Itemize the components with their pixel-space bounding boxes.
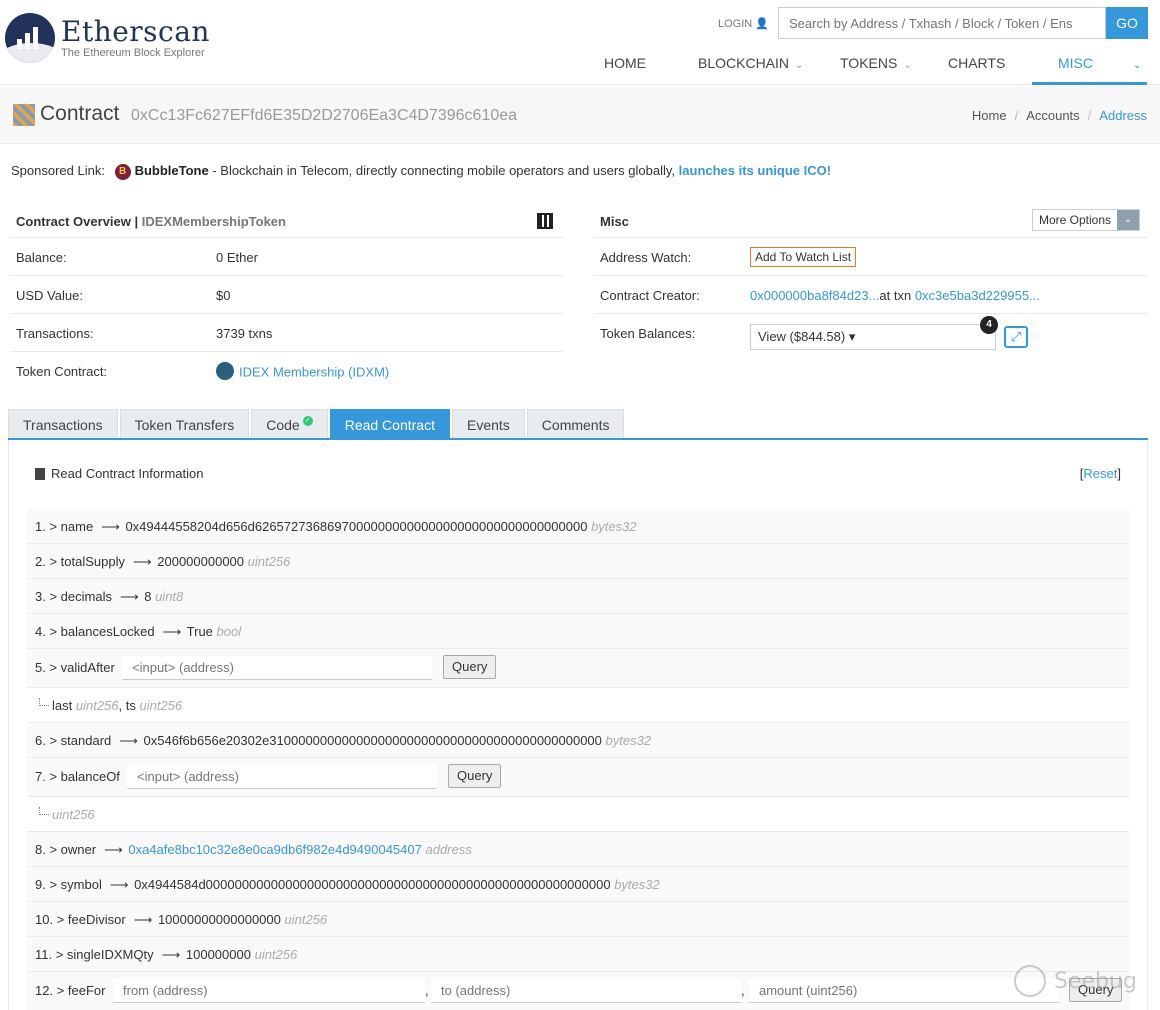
expand-icon[interactable]: ⤢ bbox=[1004, 326, 1028, 348]
nav-tokens[interactable]: TOKENS ⌄ bbox=[840, 55, 912, 71]
overview-row-usd: USD Value: $0 bbox=[10, 276, 563, 314]
read-row-symbol: 9. > symbol ⟶ 0x4944584d00000000000000000… bbox=[27, 867, 1129, 902]
read-row-standard: 6. > standard ⟶ 0x546f6b656e20302e3100000… bbox=[27, 723, 1129, 758]
logo-title: Etherscan bbox=[61, 14, 210, 48]
token-contract-link[interactable]: IDEX Membership (IDXM) bbox=[239, 364, 389, 379]
read-contract-title: Read Contract Information bbox=[35, 466, 203, 481]
read-row-balanceof: 7. > balanceOf Query bbox=[27, 758, 1129, 797]
read-row-owner: 8. > owner ⟶ 0xa4afe8bc10c32e8e0ca9db6f98… bbox=[27, 832, 1129, 867]
overview-row-transactions: Transactions: 3739 txns bbox=[10, 314, 563, 352]
go-button[interactable]: GO bbox=[1106, 7, 1148, 39]
tab-code[interactable]: Code ✓ bbox=[251, 409, 328, 439]
misc-panel: Misc More Options ⌄ Address Watch: Add To … bbox=[594, 205, 1148, 362]
creator-txn-link[interactable]: 0xc3e5ba3d229955... bbox=[915, 288, 1040, 303]
verified-check-icon: ✓ bbox=[302, 416, 313, 426]
site-header: Etherscan The Ethereum Block Explorer LO… bbox=[0, 0, 1160, 85]
read-row-singleidxmqty: 11. > singleIDXMQty ⟶ 100000000 uint256 bbox=[27, 937, 1129, 972]
read-row-name: 1. > name ⟶ 0x49444558204d656d62657273686… bbox=[27, 509, 1129, 544]
misc-row-watch: Address Watch: Add To Watch List bbox=[594, 238, 1148, 276]
validafter-output: last uint256, ts uint256 bbox=[27, 688, 1129, 723]
sponsored-label: Sponsored Link: bbox=[11, 163, 105, 178]
contract-identicon-icon bbox=[13, 104, 35, 126]
read-contract-rows: 1. > name ⟶ 0x49444558204d656d62657273686… bbox=[27, 509, 1129, 1010]
tab-transactions[interactable]: Transactions bbox=[8, 409, 118, 439]
misc-row-token-balances: Token Balances: View ($844.58) ▾ 4 ⤢ bbox=[594, 314, 1148, 362]
read-row-feefor: 12. > feeFor , , Query bbox=[27, 972, 1129, 1010]
breadcrumb-accounts[interactable]: Accounts bbox=[1026, 108, 1079, 123]
reset-link[interactable]: Reset bbox=[1083, 466, 1117, 481]
overview-row-balance: Balance: 0 Ether bbox=[10, 238, 563, 276]
tab-token-transfers[interactable]: Token Transfers bbox=[119, 409, 250, 439]
overview-row-token-contract: Token Contract: IDEX Membership (IDXM) bbox=[16, 362, 390, 380]
tab-comments[interactable]: Comments bbox=[526, 409, 625, 439]
breadcrumb-address: Address bbox=[1099, 108, 1147, 123]
breadcrumb-home[interactable]: Home bbox=[972, 108, 1007, 123]
read-row-balanceslocked: 4. > balancesLocked ⟶ True bool bbox=[27, 614, 1129, 649]
more-options-button[interactable]: More Options ⌄ bbox=[1031, 209, 1140, 231]
sponsor-link[interactable]: launches its unique ICO! bbox=[679, 163, 831, 178]
login-link[interactable]: LOGIN 👤 bbox=[718, 17, 769, 30]
etherscan-logo[interactable]: Etherscan The Ethereum Block Explorer bbox=[5, 13, 210, 63]
read-row-decimals: 3. > decimals ⟶ 8 uint8 bbox=[27, 579, 1129, 614]
title-bar: Contract 0xCc13Fc627EFfd6E35D2D2706Ea3C4… bbox=[0, 86, 1160, 144]
page-title: Contract bbox=[40, 102, 120, 125]
creator-address-link[interactable]: 0x000000ba8f84d23... bbox=[750, 288, 879, 303]
nav-charts[interactable]: CHARTS bbox=[948, 55, 1005, 71]
balanceof-query-button[interactable]: Query bbox=[448, 764, 502, 788]
validafter-query-button[interactable]: Query bbox=[443, 655, 497, 679]
feefor-to-input[interactable] bbox=[431, 979, 741, 1003]
breadcrumb: Home / Accounts / Address bbox=[971, 108, 1147, 123]
idex-token-icon bbox=[216, 362, 234, 380]
tab-bar: Transactions Token Transfers Code ✓ Read … bbox=[8, 409, 626, 439]
owner-address-link[interactable]: 0xa4afe8bc10c32e8e0ca9db6f982e4d94900454… bbox=[128, 842, 422, 857]
chevron-down-icon: ⌄ bbox=[903, 60, 912, 71]
contract-overview-panel: Contract Overview | IDEXMembershipToken … bbox=[10, 205, 563, 390]
book-icon bbox=[35, 467, 45, 480]
contract-address: 0xCc13Fc627EFfd6E35D2D2706Ea3C4D7396c610… bbox=[131, 107, 518, 124]
token-count-badge: 4 bbox=[980, 316, 998, 334]
reset-control: [Reset] bbox=[1079, 466, 1121, 481]
search-input[interactable] bbox=[778, 7, 1106, 39]
chevron-down-icon: ⌄ bbox=[1133, 60, 1142, 71]
read-row-validafter: 5. > validAfter Query bbox=[27, 649, 1129, 688]
read-row-feedivisor: 10. > feeDivisor ⟶ 10000000000000000 uint… bbox=[27, 902, 1129, 937]
nav-active-indicator bbox=[1032, 82, 1147, 85]
nav-blockchain[interactable]: BLOCKCHAIN ⌄ bbox=[698, 55, 803, 71]
overview-token-name: IDEXMembershipToken bbox=[141, 214, 286, 229]
logo-icon bbox=[5, 13, 55, 63]
sponsor-text: - Blockchain in Telecom, directly connec… bbox=[208, 163, 679, 178]
nav-misc[interactable]: MISC ⌄ bbox=[1058, 55, 1141, 71]
tab-read-contract[interactable]: Read Contract bbox=[329, 409, 450, 439]
chevron-down-icon: ⌄ bbox=[1117, 210, 1139, 230]
chevron-down-icon: ⌄ bbox=[795, 60, 804, 71]
overview-header: Contract Overview | IDEXMembershipToken bbox=[10, 205, 563, 238]
user-icon: 👤 bbox=[755, 18, 769, 30]
bubbletone-icon: B bbox=[114, 163, 131, 180]
balanceof-output: uint256 bbox=[27, 797, 1129, 832]
misc-row-creator: Contract Creator: 0x000000ba8f84d23...at … bbox=[594, 276, 1148, 314]
feefor-from-input[interactable] bbox=[113, 979, 425, 1003]
read-row-totalsupply: 2. > totalSupply ⟶ 200000000000 uint256 bbox=[27, 544, 1129, 579]
tab-events[interactable]: Events bbox=[451, 409, 525, 439]
logo-subtitle: The Ethereum Block Explorer bbox=[61, 46, 205, 59]
qr-code-icon[interactable] bbox=[537, 213, 553, 229]
sponsor-name[interactable]: BubbleTone bbox=[135, 163, 209, 178]
misc-header: Misc More Options ⌄ bbox=[594, 205, 1148, 238]
nav-home[interactable]: HOME bbox=[604, 55, 646, 71]
seebug-watermark: Seebug bbox=[1012, 963, 1152, 1003]
seebug-logo-icon bbox=[1014, 965, 1046, 997]
validafter-address-input[interactable] bbox=[122, 656, 432, 680]
token-balances-dropdown[interactable]: View ($844.58) ▾ bbox=[750, 324, 996, 350]
balanceof-address-input[interactable] bbox=[127, 765, 437, 789]
sponsored-link: Sponsored Link: B BubbleTone - Blockchain… bbox=[11, 163, 831, 180]
add-to-watch-list-button[interactable]: Add To Watch List bbox=[750, 247, 857, 267]
